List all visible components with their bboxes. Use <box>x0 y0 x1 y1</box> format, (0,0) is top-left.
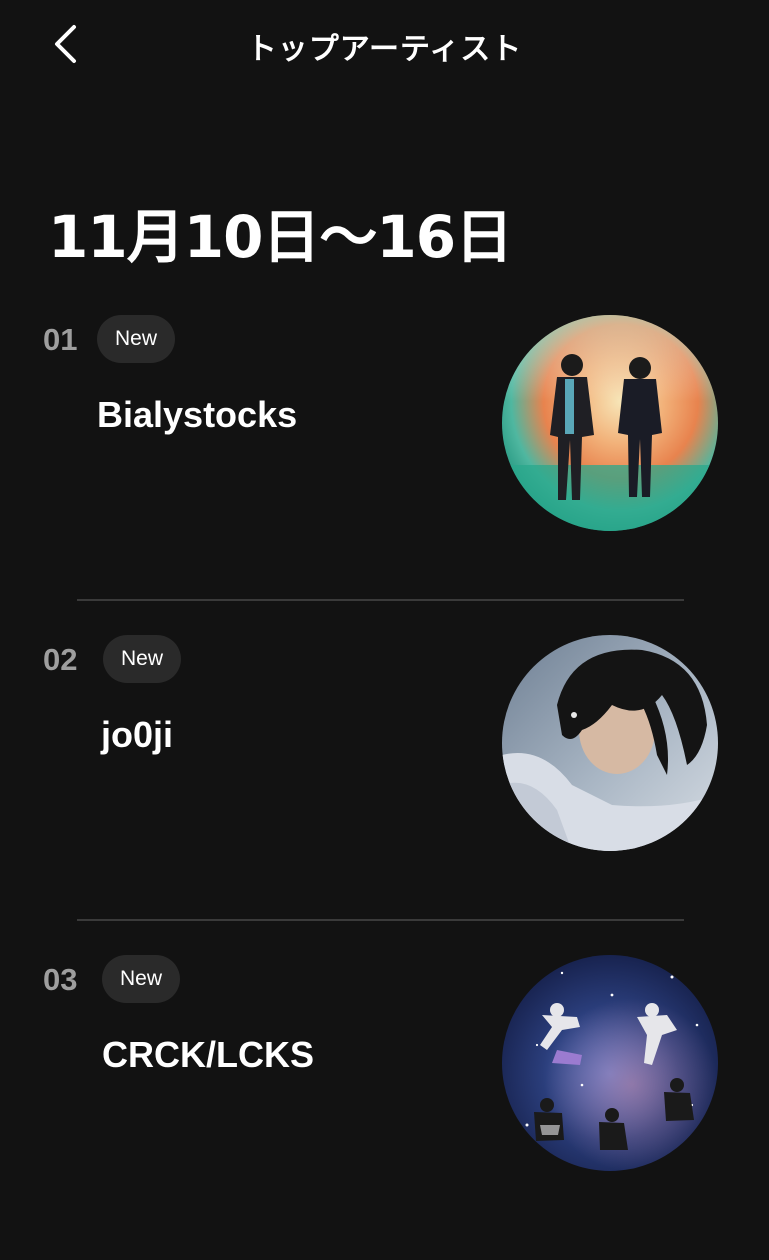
divider <box>77 599 684 601</box>
new-badge: New <box>103 635 182 683</box>
artist-name: CRCK/LCKS <box>102 1034 314 1075</box>
rank-number: 03 <box>43 962 78 997</box>
page-title: トップアーティスト <box>246 32 523 67</box>
artist-photo[interactable] <box>502 315 718 531</box>
artist-name: Bialystocks <box>97 394 298 435</box>
divider <box>77 919 684 921</box>
artist-name: jo0ji <box>101 714 174 755</box>
date-range-heading: 11月10日〜16日 <box>48 203 513 271</box>
artist-list: 01 New Bialystocks 02 New jo0ji 03 New C… <box>0 300 769 1260</box>
artist-photo[interactable] <box>502 635 718 851</box>
artist-row[interactable]: 02 New jo0ji <box>0 620 769 940</box>
artist-row[interactable]: 03 New CRCK/LCKS <box>0 940 769 1260</box>
top-bar: トップアーティスト <box>0 0 769 92</box>
new-badge: New <box>97 315 176 363</box>
rank-number: 01 <box>43 322 78 357</box>
rank-number: 02 <box>43 642 78 677</box>
artist-row[interactable]: 01 New Bialystocks <box>0 300 769 620</box>
artist-photo[interactable] <box>502 955 718 1171</box>
new-badge: New <box>102 955 181 1003</box>
